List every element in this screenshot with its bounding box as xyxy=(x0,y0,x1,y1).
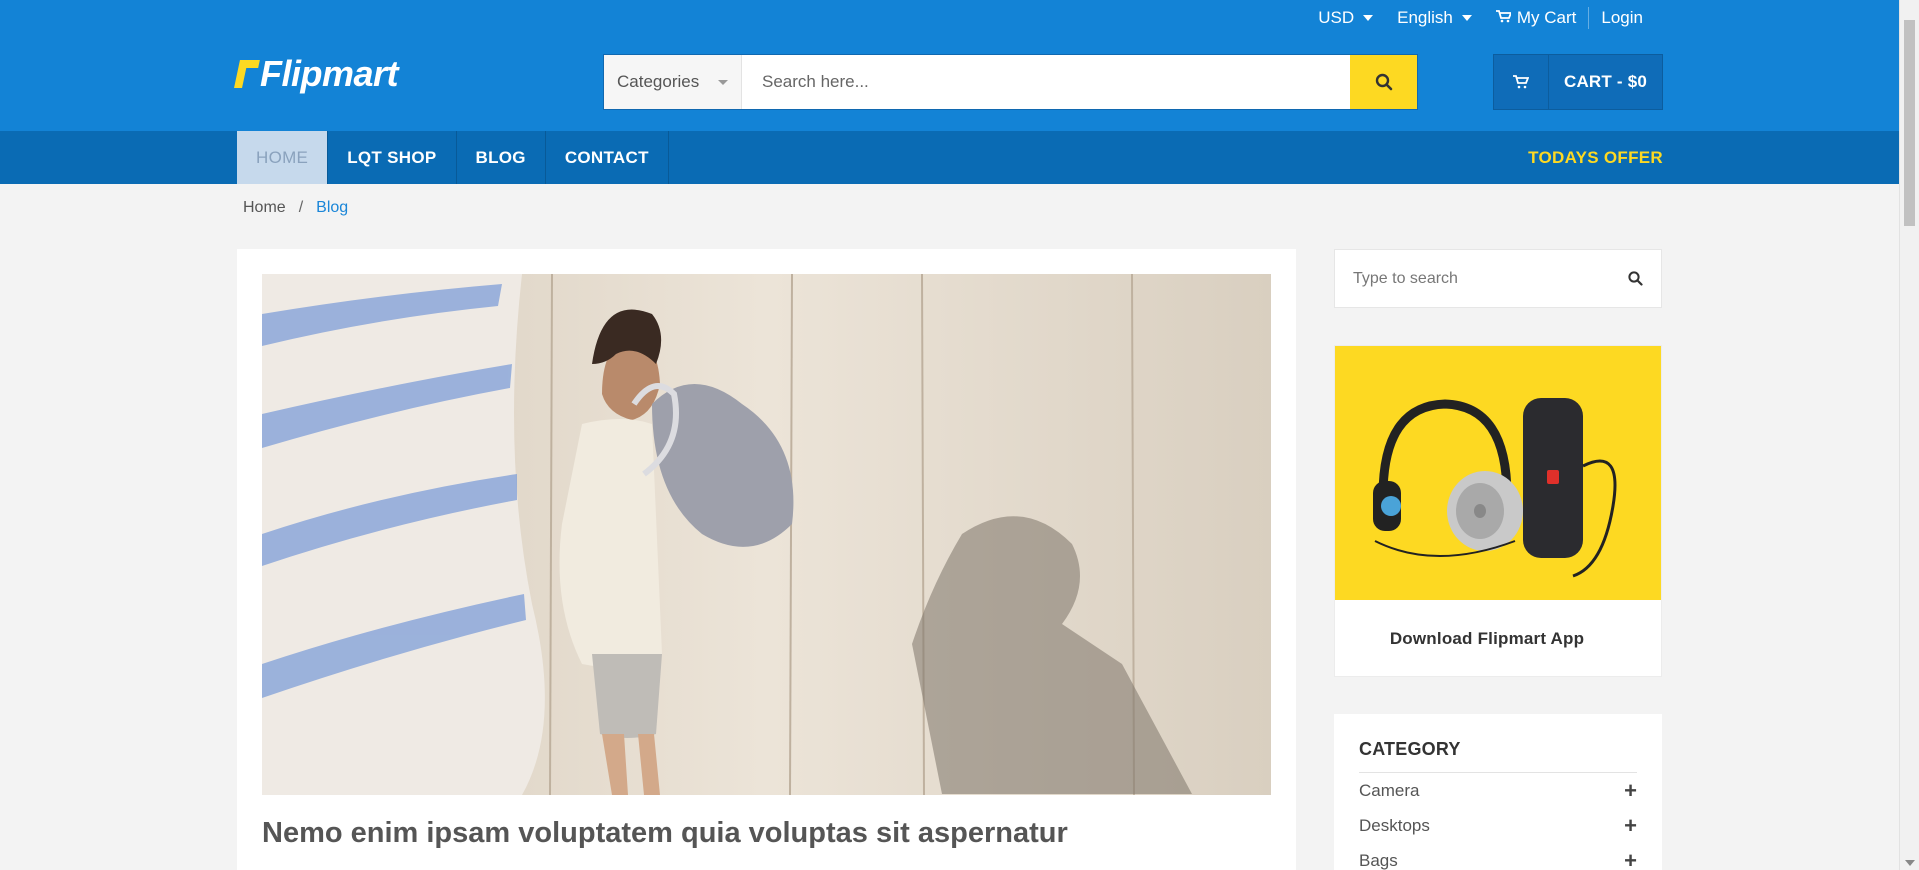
nav-item-lqt-shop[interactable]: LQT SHOP xyxy=(328,131,457,184)
blog-post-card: Nemo enim ipsam voluptatem quia voluptas… xyxy=(237,249,1296,870)
category-item[interactable]: Bags + xyxy=(1359,843,1637,870)
todays-offer-link[interactable]: TODAYS OFFER xyxy=(1528,131,1663,184)
category-item[interactable]: Desktops + xyxy=(1359,808,1637,843)
my-cart-label: My Cart xyxy=(1516,8,1577,27)
plus-icon[interactable]: + xyxy=(1624,813,1637,839)
currency-label: USD xyxy=(1318,8,1355,27)
scroll-down-icon[interactable] xyxy=(1905,860,1915,866)
cart-icon xyxy=(1495,9,1513,27)
search-bar: Categories xyxy=(603,54,1418,110)
category-item-label: Desktops xyxy=(1359,815,1430,835)
search-button[interactable] xyxy=(1350,55,1417,109)
logo-mark-icon xyxy=(234,58,260,90)
logo-text: Flipmart xyxy=(260,53,399,94)
my-cart-link[interactable]: My Cart xyxy=(1484,8,1589,28)
header: USD English My Cart Login Flipmart Categ… xyxy=(0,0,1899,131)
breadcrumb-current[interactable]: Blog xyxy=(316,199,348,217)
category-select-label: Categories xyxy=(617,72,700,91)
chevron-down-icon xyxy=(718,79,728,85)
category-item-label: Camera xyxy=(1359,780,1420,800)
category-select[interactable]: Categories xyxy=(604,55,742,109)
breadcrumb-separator: / xyxy=(298,199,304,216)
category-item[interactable]: Camera + xyxy=(1359,773,1637,808)
logo[interactable]: Flipmart xyxy=(234,53,399,95)
category-title: CATEGORY xyxy=(1359,739,1637,773)
cart-button[interactable]: CART - $0 xyxy=(1493,54,1663,110)
category-widget: CATEGORY Camera + Desktops + Bags + xyxy=(1334,714,1662,870)
breadcrumb-home[interactable]: Home xyxy=(243,199,286,217)
currency-dropdown[interactable]: USD xyxy=(1306,8,1385,28)
top-bar: USD English My Cart Login xyxy=(1306,0,1655,36)
chevron-down-icon xyxy=(1363,15,1374,21)
language-dropdown[interactable]: English xyxy=(1385,8,1484,28)
main-nav: HOME LQT SHOP BLOG CONTACT TODAYS OFFER xyxy=(0,131,1899,184)
chevron-down-icon xyxy=(1461,15,1472,21)
cart-total: CART - $0 xyxy=(1563,72,1648,91)
login-link[interactable]: Login xyxy=(1589,8,1655,28)
breadcrumb: Home / Blog xyxy=(243,199,348,217)
search-icon xyxy=(1627,271,1643,286)
sidebar-search-button[interactable] xyxy=(1609,250,1661,307)
cart-icon xyxy=(1494,55,1549,109)
blog-post-image[interactable] xyxy=(262,274,1271,795)
login-label: Login xyxy=(1601,8,1643,27)
search-icon xyxy=(1375,73,1392,91)
promo-text: Download Flipmart App xyxy=(1389,628,1585,648)
plus-icon[interactable]: + xyxy=(1624,778,1637,804)
promo-image xyxy=(1335,346,1661,600)
page-scrollbar[interactable] xyxy=(1899,0,1919,870)
category-item-label: Bags xyxy=(1359,850,1398,870)
sidebar-search-input[interactable] xyxy=(1335,250,1609,307)
plus-icon[interactable]: + xyxy=(1624,848,1637,870)
blog-post-title[interactable]: Nemo enim ipsam voluptatem quia voluptas… xyxy=(262,817,1068,850)
nav-item-blog[interactable]: BLOG xyxy=(457,131,546,184)
scrollbar-thumb[interactable] xyxy=(1904,20,1915,226)
app-promo-banner[interactable]: Download Flipmart App xyxy=(1334,345,1662,677)
nav-item-contact[interactable]: CONTACT xyxy=(546,131,669,184)
search-input[interactable] xyxy=(742,55,1350,109)
nav-item-home[interactable]: HOME xyxy=(237,131,329,184)
language-label: English xyxy=(1397,8,1453,27)
sidebar-search xyxy=(1334,249,1662,308)
